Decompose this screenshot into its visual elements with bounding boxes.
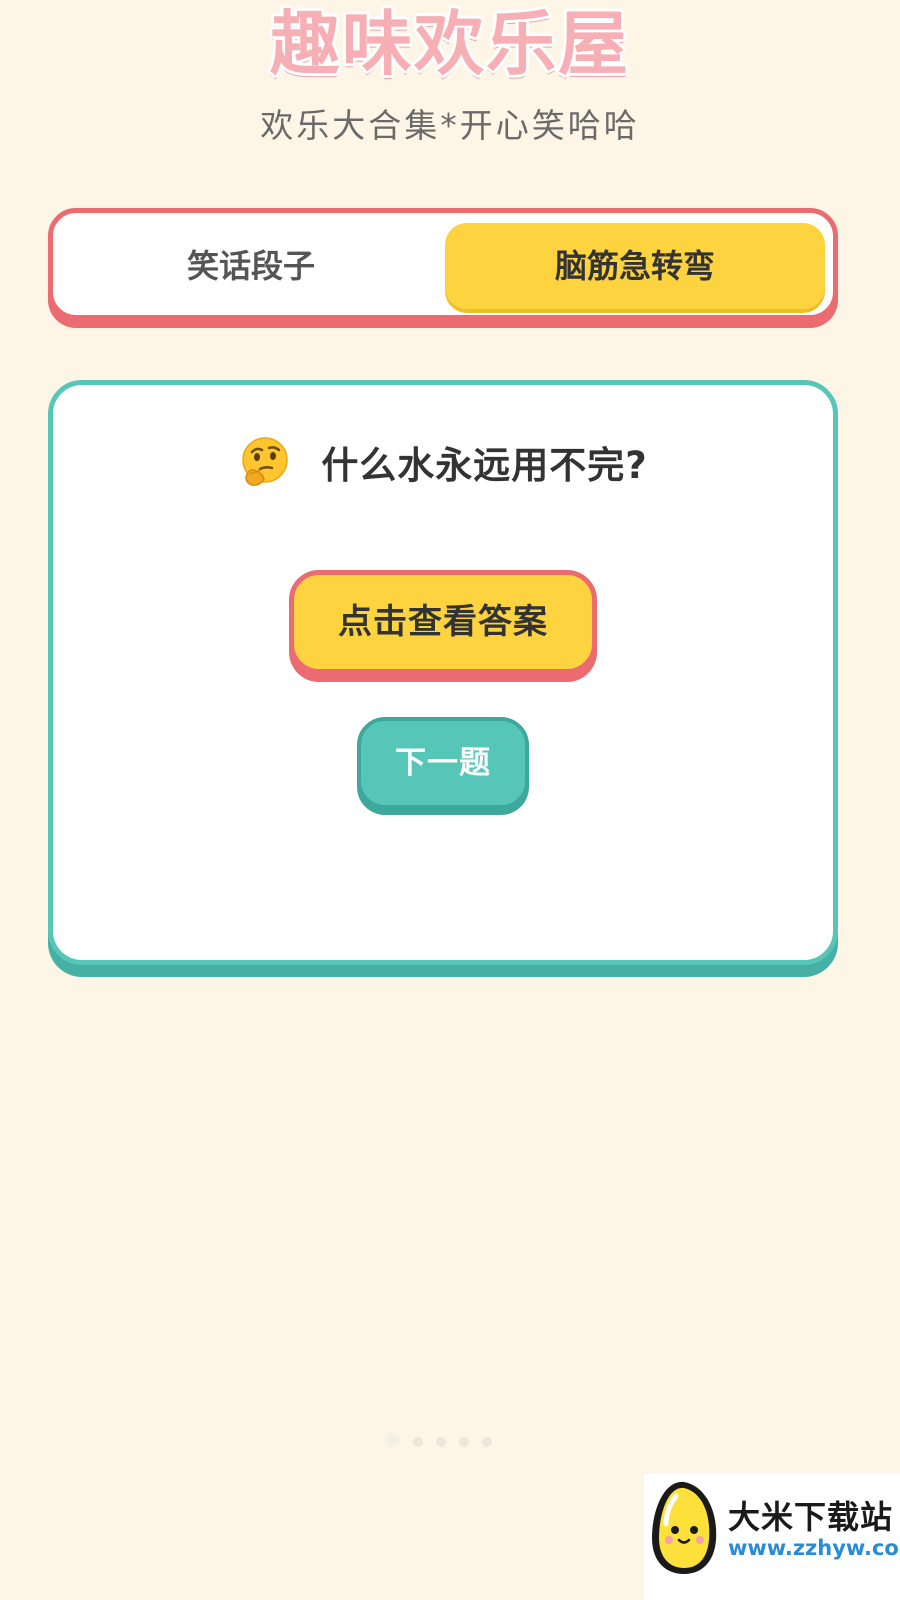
show-answer-button[interactable]: 点击查看答案 [289,570,597,674]
question-row: 什么水永远用不完? [53,435,833,489]
watermark-name: 大米下载站 [728,1498,894,1536]
site-watermark: 大米下载站 www.zzhyw.com [644,1474,900,1600]
page-dot[interactable] [459,1437,470,1447]
page-indicator [386,1432,500,1447]
category-tab-bar: 笑话段子 脑筋急转弯 [48,208,838,320]
app-title: 趣味欢乐屋 [270,3,630,85]
watermark-url: www.zzhyw.com [728,1536,900,1560]
page-dot[interactable] [386,1433,400,1447]
rice-mascot-icon [652,1481,717,1574]
page-dot[interactable] [436,1437,447,1447]
next-question-button[interactable]: 下一题 [357,717,529,809]
thinking-face-icon [242,437,288,486]
riddle-card: 什么水永远用不完? 点击查看答案 下一题 [48,380,838,965]
question-text: 什么水永远用不完? [321,444,648,487]
tab-riddles[interactable]: 脑筋急转弯 [445,223,825,309]
tab-jokes[interactable]: 笑话段子 [61,223,441,309]
page-dot[interactable] [482,1437,493,1447]
page-dot[interactable] [413,1437,424,1447]
app-subtitle: 欢乐大合集*开心笑哈哈 [260,106,640,145]
